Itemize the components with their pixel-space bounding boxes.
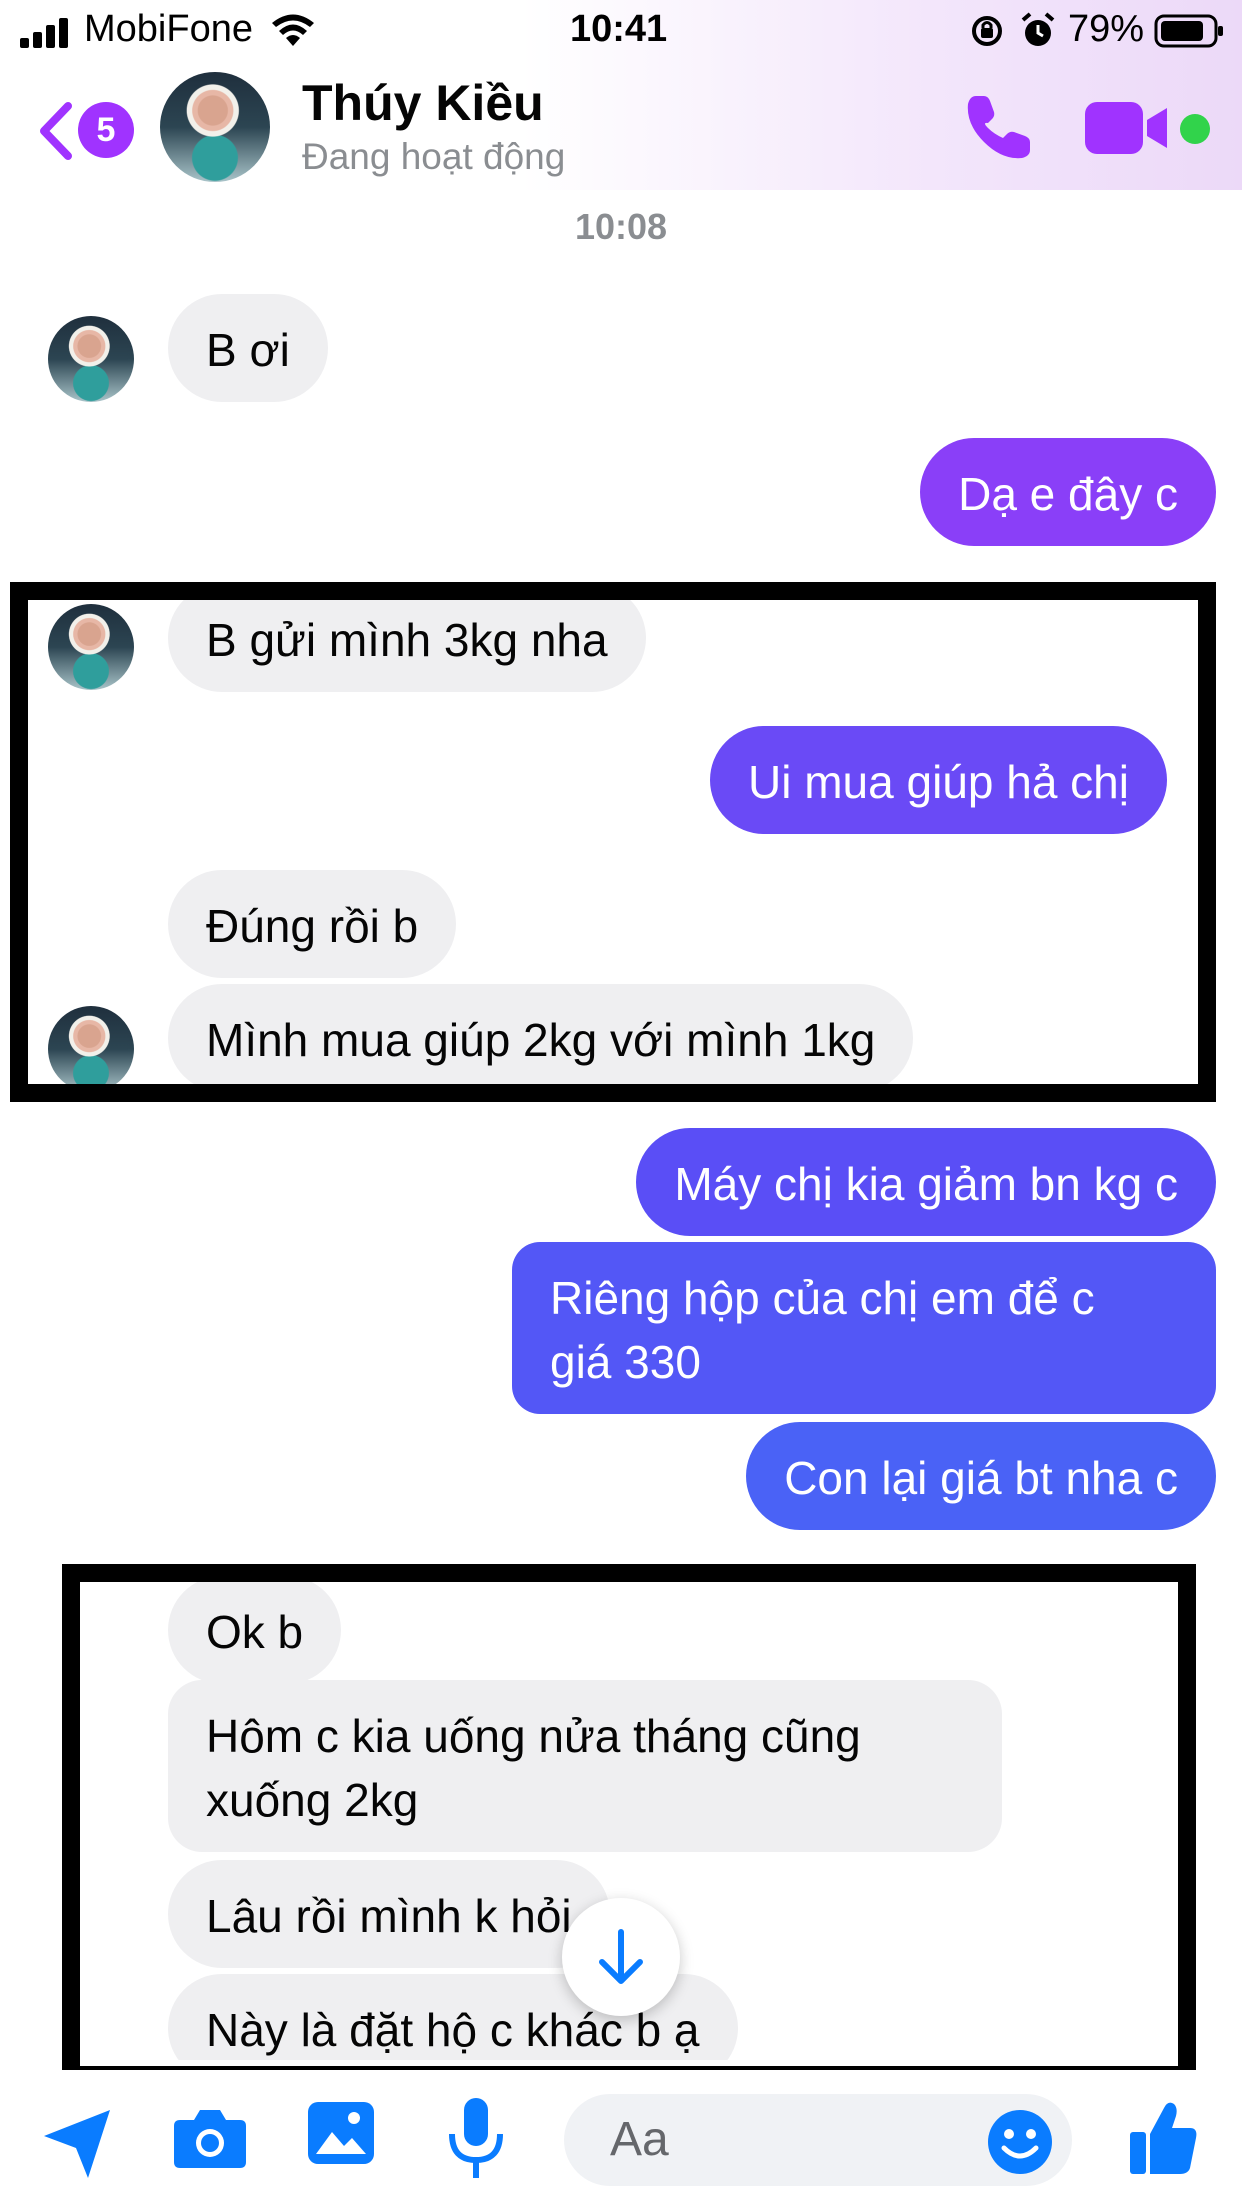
chevron-left-icon [40, 102, 72, 160]
battery-icon [1154, 14, 1223, 48]
phone-icon [967, 96, 1030, 159]
online-indicator [1180, 114, 1210, 144]
camera-icon[interactable] [172, 2106, 248, 2170]
message-bubble-outgoing[interactable]: Máy chị kia giảm bn kg c [636, 1128, 1216, 1236]
message-line: giá 330 [550, 1336, 701, 1388]
chat-header: 5 Thúy Kiều Đang hoạt động [0, 62, 1242, 190]
unread-count-badge: 5 [78, 102, 134, 158]
signal-icon [20, 18, 68, 48]
unread-count: 5 [96, 111, 116, 149]
video-call-button[interactable] [1085, 98, 1171, 158]
back-button[interactable]: 5 [38, 96, 138, 166]
voice-call-button[interactable] [960, 90, 1036, 166]
scroll-to-bottom-button[interactable] [562, 1898, 680, 2016]
location-arrow-icon[interactable] [40, 2106, 114, 2182]
wifi-icon [272, 14, 314, 46]
arrow-down-icon [599, 1929, 643, 1984]
message-bubble-outgoing[interactable]: Riêng hộp của chị em để c giá 330 [512, 1242, 1216, 1414]
alarm-icon [1021, 12, 1055, 46]
contact-name[interactable]: Thúy Kiều [302, 74, 544, 132]
microphone-icon[interactable] [446, 2096, 506, 2182]
video-camera-icon [1085, 102, 1167, 154]
frame-mask-right [1214, 596, 1242, 716]
sender-avatar[interactable] [48, 316, 134, 402]
emoji-icon[interactable] [986, 2108, 1054, 2176]
message-bubble-outgoing[interactable]: Dạ e đây c [920, 438, 1216, 546]
highlight-box [10, 582, 1216, 1102]
message-bubble-incoming[interactable]: B ơi [168, 294, 328, 402]
composer-bar: Aa [0, 2070, 1242, 2208]
message-timestamp: 10:08 [574, 206, 668, 247]
image-gallery-icon[interactable] [306, 2100, 376, 2166]
message-bubble-outgoing[interactable]: Con lại giá bt nha c [746, 1422, 1216, 1530]
clock: 10:41 [570, 8, 668, 50]
message-line: Riêng hộp của chị em để c [550, 1272, 1095, 1324]
carrier-name: MobiFone [84, 8, 253, 50]
thumbs-up-icon[interactable] [1128, 2098, 1200, 2178]
contact-avatar[interactable] [160, 72, 270, 182]
rotation-lock-icon [972, 16, 1002, 46]
battery-percent: 79% [1068, 8, 1145, 50]
contact-status: Đang hoạt động [302, 136, 566, 177]
message-input-placeholder: Aa [610, 2113, 669, 2166]
status-bar: MobiFone 10:41 79% [0, 0, 1242, 62]
